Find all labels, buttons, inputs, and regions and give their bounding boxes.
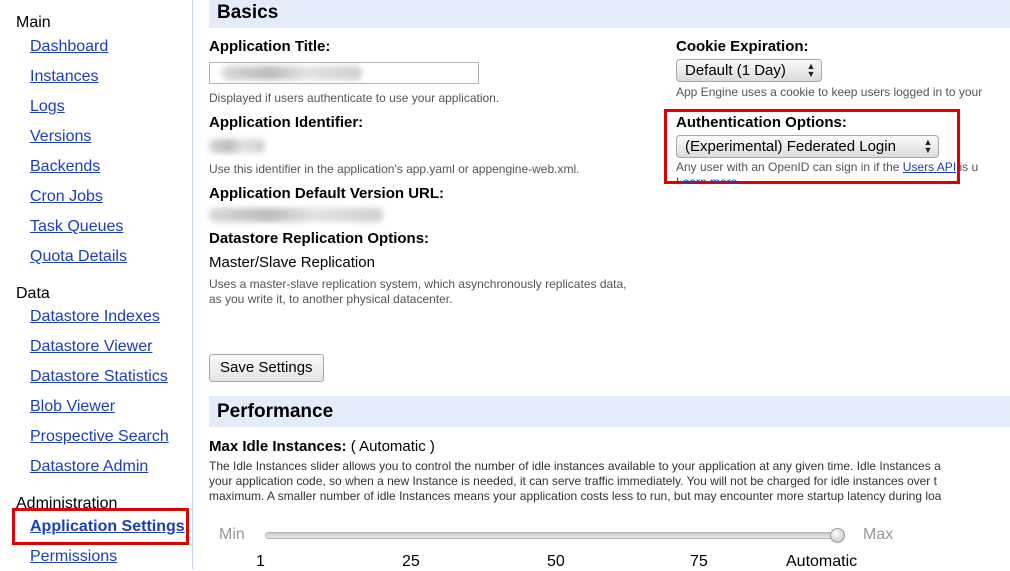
- learn-more-link[interactable]: Learn more: [676, 175, 737, 184]
- save-settings-button[interactable]: Save Settings: [209, 354, 324, 382]
- slider-tick-label: 50: [547, 553, 565, 570]
- redacted-default-url: [209, 208, 383, 222]
- nav-logs[interactable]: Logs: [30, 98, 65, 116]
- basics-section-header: Basics: [209, 0, 1010, 28]
- auth-options-select[interactable]: (Experimental) Federated Login ▲ ▼: [676, 135, 939, 158]
- nav-datastore-viewer[interactable]: Datastore Viewer: [30, 338, 152, 356]
- cookie-expiration-label: Cookie Expiration:: [676, 38, 809, 55]
- idle-instances-slider-handle[interactable]: [830, 528, 845, 543]
- replication-help-line1: Uses a master-slave replication system, …: [209, 277, 627, 291]
- nav-datastore-indexes[interactable]: Datastore Indexes: [30, 308, 160, 326]
- auth-help: Any user with an OpenID can sign in if t…: [676, 160, 1010, 174]
- nav-blob-viewer[interactable]: Blob Viewer: [30, 398, 115, 416]
- learn-more-wrap: Learn more: [676, 175, 737, 184]
- nav-datastore-statistics[interactable]: Datastore Statistics: [30, 368, 168, 386]
- performance-section-header: Performance: [209, 396, 1010, 427]
- redacted-app-id: [209, 139, 265, 153]
- select-updown-icon: ▲ ▼: [806, 61, 816, 79]
- nav-permissions[interactable]: Permissions: [30, 548, 117, 566]
- redacted-app-title: [222, 66, 362, 80]
- app-title-help: Displayed if users authenticate to use y…: [209, 91, 500, 105]
- main-content: Basics Application Title: Displayed if u…: [193, 0, 1010, 570]
- max-idle-label: Max Idle Instances:: [209, 438, 347, 455]
- users-api-link[interactable]: Users API: [903, 160, 956, 174]
- nav-task-queues[interactable]: Task Queues: [30, 218, 123, 236]
- replication-help-line2: as you write it, to another physical dat…: [209, 292, 453, 306]
- nav-datastore-admin[interactable]: Datastore Admin: [30, 458, 148, 476]
- slider-min-label: Min: [219, 526, 245, 543]
- cookie-expiration-select[interactable]: Default (1 Day) ▲ ▼: [676, 59, 822, 82]
- nav-instances[interactable]: Instances: [30, 68, 98, 86]
- default-url-label: Application Default Version URL:: [209, 185, 445, 202]
- replication-label: Datastore Replication Options:: [209, 230, 430, 247]
- idle-desc-line1: The Idle Instances slider allows you to …: [209, 459, 941, 473]
- nav-backends[interactable]: Backends: [30, 158, 100, 176]
- nav-application-settings[interactable]: Application Settings: [30, 518, 185, 536]
- sidebar-nav: Main Dashboard Instances Logs Versions B…: [0, 0, 193, 569]
- slider-max-label: Max: [863, 526, 894, 543]
- select-updown-icon: ▲ ▼: [923, 137, 933, 155]
- nav-versions[interactable]: Versions: [30, 128, 91, 146]
- max-idle-instances-row: Max Idle Instances: ( Automatic ): [209, 438, 435, 455]
- idle-instances-slider-track[interactable]: [265, 532, 845, 539]
- idle-desc-line3: maximum. A smaller number of idle Instan…: [209, 489, 942, 503]
- app-title-label: Application Title:: [209, 38, 331, 55]
- nav-cron-jobs[interactable]: Cron Jobs: [30, 188, 103, 206]
- app-id-help: Use this identifier in the application's…: [209, 162, 580, 176]
- slider-tick-label: 25: [402, 553, 420, 570]
- cookie-expiration-value: Default (1 Day): [685, 62, 786, 79]
- cookie-help: App Engine uses a cookie to keep users l…: [676, 85, 983, 99]
- auth-options-label: Authentication Options:: [676, 114, 847, 131]
- nav-quota-details[interactable]: Quota Details: [30, 248, 127, 266]
- slider-tick-label: Automatic: [786, 553, 858, 570]
- idle-desc-line2: your application code, so when a new Ins…: [209, 474, 937, 488]
- auth-help-suffix: is u: [956, 160, 979, 174]
- slider-tick-label: 1: [256, 553, 265, 570]
- nav-section-main: Main: [16, 14, 51, 31]
- replication-value: Master/Slave Replication: [209, 254, 375, 271]
- slider-tick-label: 75: [690, 553, 708, 570]
- auth-options-value: (Experimental) Federated Login: [685, 138, 896, 155]
- nav-section-data: Data: [16, 285, 50, 302]
- nav-prospective-search[interactable]: Prospective Search: [30, 428, 169, 446]
- nav-dashboard[interactable]: Dashboard: [30, 38, 108, 56]
- auth-help-prefix: Any user with an OpenID can sign in if t…: [676, 160, 903, 174]
- app-id-label: Application Identifier:: [209, 114, 364, 131]
- max-idle-value: ( Automatic ): [350, 438, 435, 455]
- app-title-input[interactable]: [209, 62, 479, 84]
